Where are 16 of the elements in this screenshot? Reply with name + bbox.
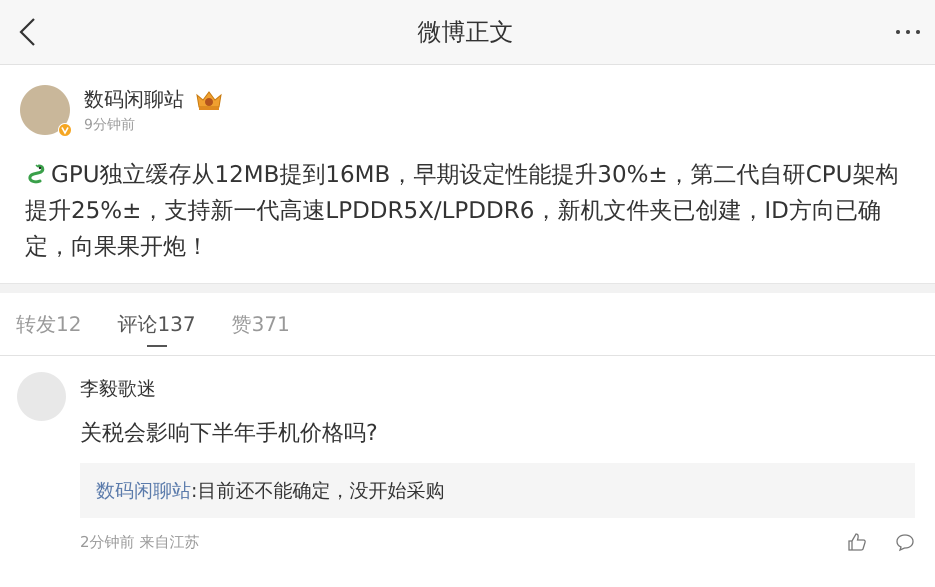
comment-button[interactable] <box>895 532 915 552</box>
commenter-name[interactable]: 李毅歌迷 <box>80 376 915 402</box>
back-button[interactable] <box>18 17 36 47</box>
comment-text: 关税会影响下半年手机价格吗? <box>80 420 379 448</box>
post-time: 9分钟前 <box>84 116 136 134</box>
author-name[interactable]: 数码闲聊站 <box>84 86 184 113</box>
reply-author-link[interactable]: 数码闲聊站 <box>96 478 191 504</box>
reply-text: :目前还不能确定，没开始采购 <box>191 478 444 504</box>
tab[interactable]: 评论137 <box>117 293 196 355</box>
like-button[interactable] <box>847 532 867 552</box>
verified-badge-icon <box>58 123 72 137</box>
more-button[interactable] <box>895 29 921 35</box>
page-title: 微博正文 <box>418 17 514 48</box>
crown-icon <box>194 88 224 110</box>
comment-meta: 2分钟前 来自江苏 <box>80 532 200 552</box>
post-text: GPU独立缓存从12MB提到16MB，早期设定性能提升30%±，第二代自研CPU架构提升25%±，支持新一代高速LPDDR5X/LPDDR6，新机文件夹已创建，ID方向已确定，向果果开炮！ <box>25 161 900 262</box>
